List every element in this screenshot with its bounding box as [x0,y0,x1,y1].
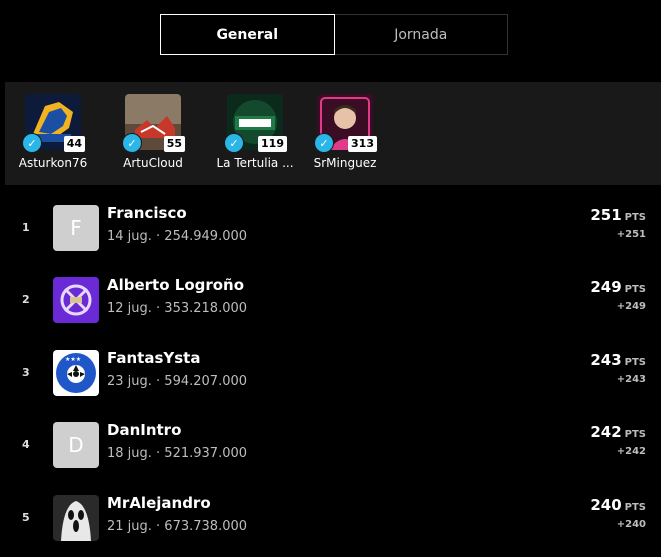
tab-jornada[interactable]: Jornada [335,15,508,54]
avatar: D [53,422,99,468]
user-name: MrAlejandro [107,494,211,512]
avatar: ★★★ [53,350,99,396]
verified-icon: ✓ [314,133,334,153]
favorite-name: SrMinguez [313,156,377,170]
user-stats: 12 jug. · 353.218.000 [107,301,248,316]
points-delta: +242 [616,446,646,457]
points-unit: PTS [624,284,646,295]
favorite-user[interactable]: ✓ 313 SrMinguez [305,94,385,170]
ranking-row[interactable]: 1 F Francisco 14 jug. · 254.949.000 251 P… [0,199,661,259]
favorite-name: Asturkon76 [18,156,88,170]
favorite-count: 313 [348,136,377,152]
favorite-count: 55 [163,136,185,152]
tab-general[interactable]: General [160,14,335,55]
verified-icon: ✓ [22,133,42,153]
user-stats: 14 jug. · 254.949.000 [107,229,248,244]
ranking-row[interactable]: 5 MrAlejandro 21 jug. · 673.738.000 240 P… [0,489,661,549]
verified-icon: ✓ [122,133,142,153]
points-value: 243 [590,351,622,369]
ranking-row[interactable]: 4 D DanIntro 18 jug. · 521.937.000 242 PT… [0,416,661,476]
favorite-count: 119 [258,136,287,152]
user-stats: 23 jug. · 594.207.000 [107,374,248,389]
user-name: Francisco [107,204,187,222]
points-value: 249 [590,278,622,296]
points: 240 PTS +240 [590,495,646,530]
user-stats: 21 jug. · 673.738.000 [107,519,248,534]
points-value: 240 [590,496,622,514]
points-delta: +243 [616,374,646,385]
points: 249 PTS +249 [590,277,646,312]
points-value: 242 [590,423,622,441]
favorites-strip: ✓ 44 Asturkon76 ✓ 55 ArtuCloud ✓ 119 La … [5,82,661,185]
rank-number: 2 [22,293,30,306]
ranking-row[interactable]: 2 Alberto Logroño 12 jug. · 353.218.000 … [0,271,661,331]
rank-number: 5 [22,511,30,524]
points-delta: +240 [616,519,646,530]
points-unit: PTS [624,502,646,513]
svg-text:★★★: ★★★ [65,356,81,363]
rank-number: 4 [22,438,30,451]
avatar [53,277,99,323]
points: 243 PTS +243 [590,350,646,385]
ranking-tabs: General Jornada [160,14,508,55]
verified-icon: ✓ [224,133,244,153]
points-value: 251 [590,206,622,224]
points-unit: PTS [624,429,646,440]
user-name: FantasYsta [107,349,201,367]
points: 251 PTS +251 [590,205,646,240]
user-name: DanIntro [107,421,182,439]
user-name: Alberto Logroño [107,276,245,294]
favorite-count: 44 [63,136,85,152]
favorite-user[interactable]: ✓ 44 Asturkon76 [13,94,93,170]
points: 242 PTS +242 [590,422,646,457]
favorite-name: La Tertulia ... [216,156,294,170]
points-delta: +249 [616,301,646,312]
points-delta: +251 [616,229,646,240]
favorite-name: ArtuCloud [123,156,183,170]
rank-number: 3 [22,366,30,379]
favorite-user[interactable]: ✓ 55 ArtuCloud [113,94,193,170]
points-unit: PTS [624,212,646,223]
favorite-user[interactable]: ✓ 119 La Tertulia ... [210,94,300,170]
avatar: F [53,205,99,251]
avatar [53,495,99,541]
points-unit: PTS [624,357,646,368]
rank-number: 1 [22,221,30,234]
user-stats: 18 jug. · 521.937.000 [107,446,248,461]
ranking-row[interactable]: 3 ★★★ FantasYsta 23 jug. · 594.207.000 2… [0,344,661,404]
